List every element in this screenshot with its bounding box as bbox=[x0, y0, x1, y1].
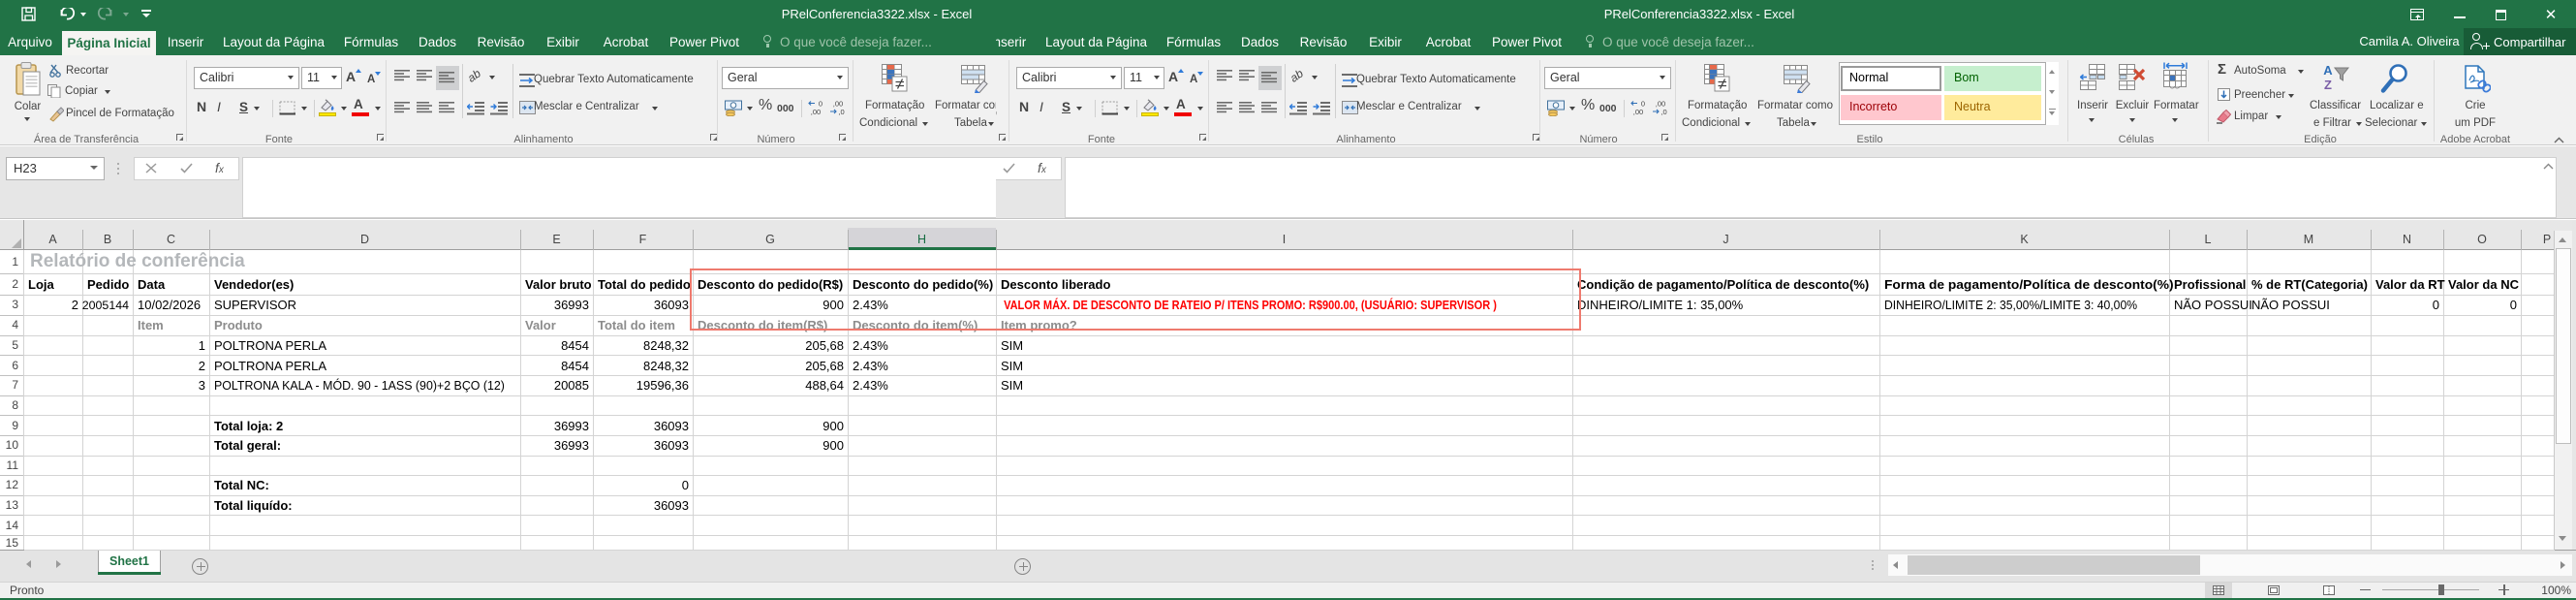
svg-text:,0: ,0 bbox=[838, 108, 844, 115]
svg-text:A: A bbox=[2323, 64, 2333, 78]
svg-text:,0: ,0 bbox=[1660, 108, 1666, 115]
svg-text:,00: ,00 bbox=[1633, 108, 1643, 115]
svg-text:Z: Z bbox=[2324, 78, 2332, 92]
svg-text:,00: ,00 bbox=[811, 108, 821, 115]
